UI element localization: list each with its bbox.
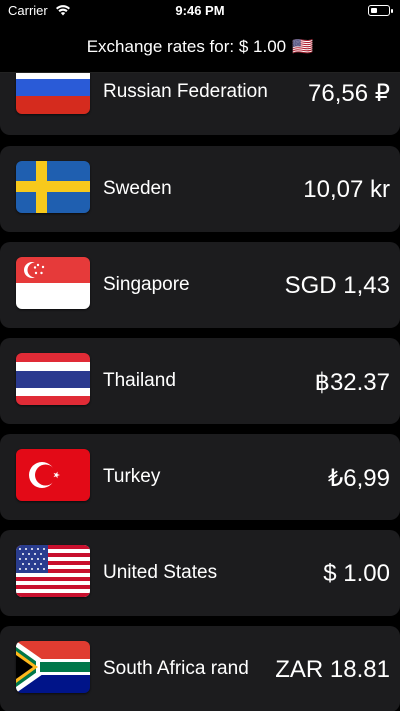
exchange-rate-list[interactable]: Russian Federation 76,56 ₽ Sweden 10,07 … [0, 73, 400, 711]
battery-icon [368, 5, 393, 16]
rate-value: $ 1.00 [323, 560, 390, 587]
rate-value: 76,56 ₽ [308, 80, 390, 107]
status-bar: Carrier 9:46 PM [0, 0, 400, 22]
clock-label: 9:46 PM [175, 3, 225, 18]
list-item-south-africa[interactable]: South Africa rand ZAR 18.81 [0, 626, 400, 711]
country-name: Russian Federation [103, 81, 268, 102]
nav-header: Exchange rates for: $ 1.00 🇺🇸 [0, 22, 400, 73]
country-name: Sweden [103, 178, 172, 199]
rate-value: ฿32.37 [314, 369, 390, 396]
country-name: Thailand [103, 370, 176, 391]
list-item-singapore[interactable]: Singapore SGD 1,43 [0, 242, 400, 328]
sweden-flag-icon [16, 161, 90, 213]
list-item-russia[interactable]: Russian Federation 76,56 ₽ [0, 73, 400, 135]
south-africa-flag-icon [16, 641, 90, 693]
rate-value: ₺6,99 [328, 465, 390, 492]
usa-flag-icon [16, 545, 90, 597]
thailand-flag-icon [16, 353, 90, 405]
page-title: Exchange rates for: $ 1.00 [86, 37, 287, 56]
list-item-sweden[interactable]: Sweden 10,07 kr [0, 146, 400, 232]
russia-flag-icon [16, 73, 90, 114]
list-item-turkey[interactable]: Turkey ₺6,99 [0, 434, 400, 520]
country-name: United States [103, 562, 218, 583]
rate-value: 10,07 kr [303, 176, 390, 203]
rate-value: SGD 1,43 [284, 272, 390, 299]
country-name: Turkey [103, 466, 161, 487]
turkey-flag-icon [16, 449, 90, 501]
country-name: Singapore [103, 274, 190, 295]
list-item-united-states[interactable]: United States $ 1.00 [0, 530, 400, 616]
rate-value: ZAR 18.81 [275, 656, 390, 683]
header-flag-icon: 🇺🇸 [292, 37, 314, 56]
singapore-flag-icon [16, 257, 90, 309]
country-name: South Africa rand [103, 658, 249, 679]
list-item-thailand[interactable]: Thailand ฿32.37 [0, 338, 400, 424]
